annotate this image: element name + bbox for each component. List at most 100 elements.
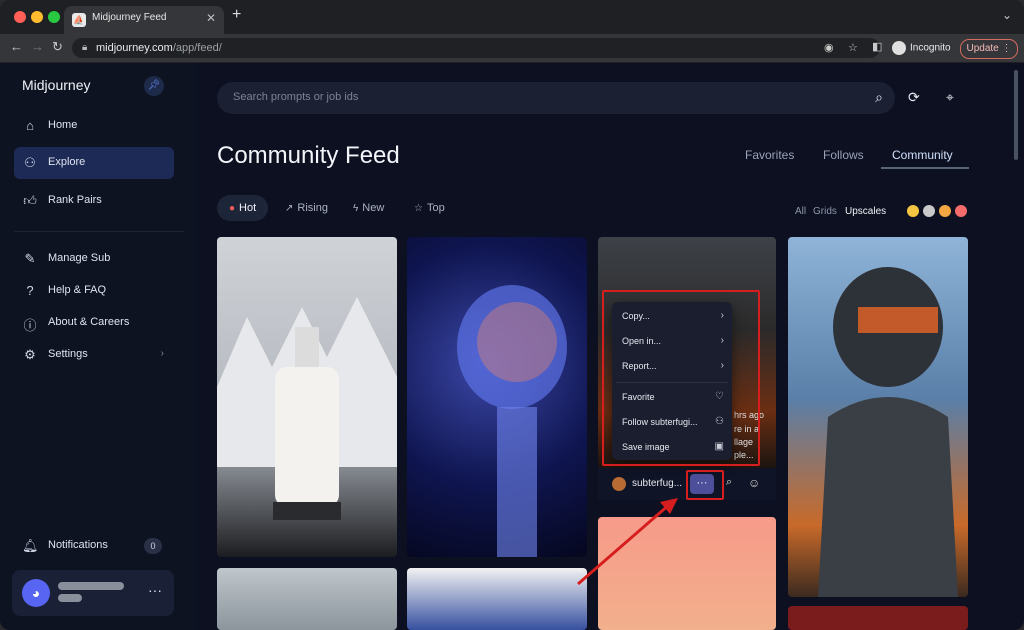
highlight-box-more-button — [686, 470, 724, 500]
sort-label: Top — [426, 202, 445, 214]
scrollbar-thumb[interactable] — [1014, 70, 1018, 160]
filter-all[interactable]: All — [795, 206, 806, 217]
sidebar-item-label: Settings — [48, 348, 88, 360]
back-icon[interactable]: ← — [10, 39, 23, 54]
lightning-icon: ϟ — [353, 203, 359, 214]
sidebar-item-home[interactable]: ⌂ Home — [14, 110, 174, 142]
user-card[interactable]: ◕ ··· — [12, 570, 174, 616]
sort-label: Rising — [297, 202, 328, 214]
image-card-flowers[interactable] — [407, 568, 587, 630]
sidebar-item-settings[interactable]: ⚙ Settings › — [14, 339, 174, 371]
sidebar-item-explore[interactable]: ⚇ Explore — [14, 147, 174, 179]
fire-icon: ● — [229, 203, 236, 214]
sidebar-item-label: Help & FAQ — [48, 284, 107, 296]
sidebar-divider — [14, 231, 184, 232]
card-username[interactable]: subterfug... — [632, 478, 682, 489]
reload-icon[interactable]: ↻ — [52, 39, 63, 55]
image-card-bottle[interactable] — [217, 237, 397, 557]
edit-icon: ✎ — [24, 251, 36, 266]
tab-search-chevron-icon[interactable]: ⌄ — [1002, 8, 1012, 22]
close-window-button[interactable] — [14, 11, 26, 23]
search-icon[interactable]: ⌕ — [875, 89, 883, 106]
active-tab-underline — [881, 167, 969, 169]
sort-hot[interactable]: ● Hot — [217, 195, 269, 221]
sidebar-item-help[interactable]: ? Help & FAQ — [14, 275, 174, 307]
favicon-icon: ⛵ — [72, 13, 86, 27]
filter-upscales[interactable]: Upscales — [845, 206, 886, 217]
bell-icon: 🔔︎ — [22, 538, 39, 553]
user-tag-redacted — [58, 594, 82, 602]
sidebar-item-label: Manage Sub — [48, 252, 111, 264]
url-field[interactable]: 🔒︎ midjourney.com/app/feed/ ◉ ☆ — [72, 38, 880, 58]
tab-community[interactable]: Community — [892, 148, 953, 162]
url-path: /app/feed/ — [172, 42, 222, 54]
sidebar: Midjourney 📌︎ ⌂ Home ⚇ Explore 👍︎ Rank P… — [0, 63, 196, 630]
thumbs-up-icon: 👍︎ — [23, 193, 37, 208]
update-button[interactable]: Update ⋮ — [960, 39, 1018, 59]
sort-label: Hot — [239, 202, 257, 214]
more-icon[interactable]: ··· — [148, 582, 162, 598]
emoji-smile-icon[interactable] — [939, 205, 951, 217]
sidebar-item-rank-pairs[interactable]: 👍︎ Rank Pairs — [14, 185, 174, 217]
sort-new[interactable]: ϟ New — [341, 195, 396, 221]
browser-tab[interactable]: ⛵ Midjourney Feed ✕ — [64, 6, 224, 34]
sidebar-item-label: Rank Pairs — [48, 194, 102, 206]
home-icon: ⌂ — [26, 118, 34, 133]
sidebar-item-manage-sub[interactable]: ✎ Manage Sub — [14, 243, 174, 275]
image-card-chrome-warrior[interactable] — [788, 237, 968, 597]
eye-off-icon[interactable]: ◉ — [824, 41, 834, 54]
emoji-love-icon[interactable] — [955, 205, 967, 217]
page-title: Community Feed — [217, 142, 400, 169]
sidebar-toggle-icon[interactable]: ◧ — [872, 40, 882, 53]
image-card-red[interactable] — [788, 606, 968, 630]
update-label: Update — [966, 43, 999, 54]
address-bar-row: ← → ↻ 🔒︎ midjourney.com/app/feed/ ◉ ☆ ◧ … — [0, 34, 1024, 63]
xray-head-artwork — [457, 285, 567, 557]
star-icon[interactable]: ☆ — [848, 41, 858, 54]
cursor-click-icon[interactable]: ⌖ — [946, 89, 954, 106]
incognito-indicator[interactable]: Incognito — [892, 41, 951, 55]
image-card-xray-head[interactable] — [407, 237, 587, 557]
refresh-icon[interactable]: ⟳ — [908, 89, 920, 106]
discord-icon: ◕ — [22, 579, 50, 607]
forward-icon[interactable]: → — [31, 39, 44, 54]
url-domain: midjourney.com — [96, 42, 173, 54]
info-icon: ⓘ — [23, 318, 37, 333]
sidebar-item-label: Explore — [48, 156, 86, 168]
sidebar-item-label: Notifications — [48, 539, 108, 551]
tab-bar: ⛵ Midjourney Feed ✕ + ⌄ — [0, 0, 1024, 34]
react-icon[interactable]: ☺ — [748, 476, 760, 490]
bottle-artwork — [217, 297, 397, 520]
help-icon: ? — [26, 283, 34, 298]
sort-rising[interactable]: ↗ Rising — [273, 195, 340, 221]
search-similar-icon[interactable]: ⌕ — [726, 476, 732, 489]
filter-grids[interactable]: Grids — [813, 206, 837, 217]
chevron-right-icon: › — [160, 348, 164, 359]
sidebar-item-label: About & Careers — [48, 316, 130, 328]
avatar[interactable] — [612, 477, 626, 491]
sort-top[interactable]: ☆ Top — [402, 195, 457, 221]
username-redacted — [58, 582, 124, 590]
minimize-window-button[interactable] — [31, 11, 43, 23]
search-input[interactable] — [231, 90, 835, 104]
highlight-box-menu — [602, 290, 760, 466]
emoji-neutral-icon[interactable] — [907, 205, 919, 217]
explore-icon: ⚇ — [24, 155, 36, 170]
annotation-arrow — [577, 498, 678, 586]
tab-title: Midjourney Feed — [92, 12, 167, 23]
pin-icon[interactable]: 📌︎ — [144, 76, 164, 96]
brand-title: Midjourney — [22, 77, 91, 93]
maximize-window-button[interactable] — [48, 11, 60, 23]
sidebar-item-about[interactable]: ⓘ About & Careers — [14, 307, 174, 339]
gear-icon: ⚙ — [24, 347, 36, 362]
emoji-grimace-icon[interactable] — [923, 205, 935, 217]
new-tab-icon[interactable]: + — [232, 6, 241, 24]
search-bar[interactable]: ⌕ — [217, 82, 895, 114]
close-tab-icon[interactable]: ✕ — [206, 11, 216, 25]
lock-icon: 🔒︎ — [82, 42, 88, 53]
tab-follows[interactable]: Follows — [823, 148, 864, 162]
image-card-glass[interactable] — [217, 568, 397, 630]
sort-label: New — [362, 202, 385, 214]
sidebar-item-label: Home — [48, 119, 78, 131]
tab-favorites[interactable]: Favorites — [745, 148, 794, 162]
